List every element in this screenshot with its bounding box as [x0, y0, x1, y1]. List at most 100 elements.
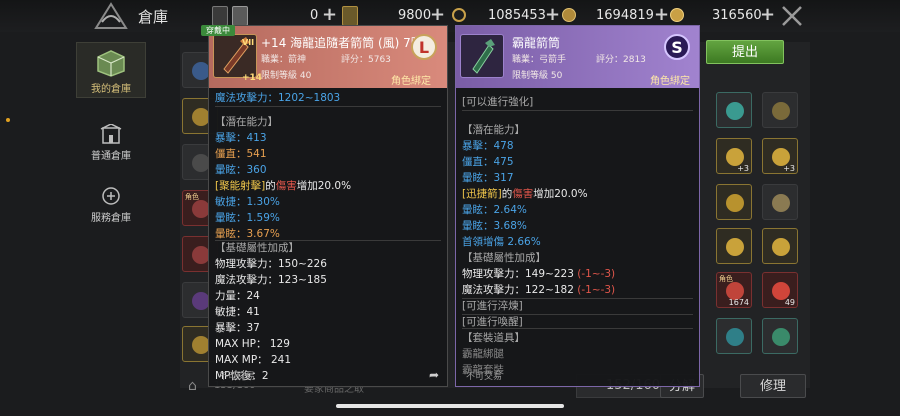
stat-line: 暈眩：3.68%: [462, 220, 527, 232]
currency-1-value: 0: [310, 8, 319, 23]
nav-common-storage[interactable]: 普通倉庫: [76, 123, 146, 168]
share-icon[interactable]: ➦: [429, 368, 439, 382]
currency-4-add-button[interactable]: +: [654, 6, 669, 24]
stat-line: 暈眩：2.64%: [462, 204, 527, 216]
inventory-slot[interactable]: +3: [716, 138, 752, 174]
stat-line: 暴擊：37: [215, 322, 260, 334]
stat-line: 暈眩：1.59%: [215, 212, 280, 224]
grade-badge: L: [411, 34, 437, 60]
grade-badge: S: [664, 34, 690, 60]
equipped-item-tooltip: VII +14 穿戴中 +14 海龍追隨者箭筒 (風) 7階 職業：箭神 評分：…: [201, 25, 448, 387]
currency-2-add-button[interactable]: +: [430, 6, 445, 24]
close-icon[interactable]: [780, 4, 804, 28]
necklace-icon: [772, 194, 790, 212]
item-name: 霸龍箭筒: [512, 36, 561, 50]
bind-label: 角色綁定: [391, 76, 431, 87]
currency-4-value: 1694819: [596, 8, 654, 23]
item-score: 評分：2813: [596, 55, 646, 65]
stat-line: 魔法攻擊力：1202~1803: [215, 92, 341, 104]
withdraw-button[interactable]: 提出: [706, 40, 784, 64]
stat-line: 首領增傷 2.66%: [462, 236, 541, 248]
inventory-slot[interactable]: [716, 92, 752, 128]
item-name: +14 海龍追隨者箭筒 (風) 7階: [261, 36, 423, 50]
item-level: 限制等級 40: [261, 71, 312, 81]
stat-line: [可進行喚醒]: [462, 316, 523, 328]
stat-line: 【基礎屬性加成】: [215, 242, 299, 254]
quiver-item-icon: [460, 34, 504, 78]
bind-label: 角色綁定: [650, 76, 690, 87]
home-icon[interactable]: ⌂: [188, 378, 197, 394]
building-icon: [100, 123, 122, 144]
repair-button[interactable]: 修理: [740, 374, 806, 398]
stat-line: 魔法攻擊力：122~182 (-1~-3): [462, 284, 616, 296]
stat-line: 敏捷：41: [215, 306, 260, 318]
stat-line: 【潛在能力】: [462, 124, 525, 136]
quiver-item-icon: VII +14: [213, 34, 262, 83]
scroll-icon: [342, 6, 358, 26]
item-score: 評分：5763: [341, 55, 391, 65]
currency-5-add-button[interactable]: +: [760, 6, 775, 24]
ticket-icon: [232, 6, 248, 26]
gold-bag-icon: [562, 8, 576, 22]
stat-line: 僵直：475: [462, 156, 514, 168]
inventory-slot[interactable]: [716, 184, 752, 220]
stat-line: [可進行淬煉]: [462, 300, 523, 312]
item-job: 職業：箭神: [261, 55, 307, 65]
stat-line: [可以進行強化]: [462, 96, 534, 108]
nav-my-storage-label: 我的倉庫: [91, 84, 131, 95]
tier-label: VII: [242, 38, 255, 47]
inventory-slot[interactable]: 49: [762, 272, 798, 308]
trade-restriction: 不可交易: [219, 372, 256, 382]
stat-line: MAX HP： 129: [215, 338, 290, 350]
currency-1-add-button[interactable]: +: [322, 6, 337, 24]
stat-line: 【潛在能力】: [215, 116, 278, 128]
stat-line: 暈眩：317: [462, 172, 514, 184]
dragon-emblem-icon: [94, 2, 128, 29]
compare-item-tooltip: 霸龍箭筒 職業：弓箭手 評分：2813 限制等級 50 S 角色綁定 [可以進行…: [455, 25, 700, 387]
home-indicator[interactable]: [336, 404, 564, 408]
slot-count: 49: [784, 298, 795, 307]
stat-line: 暴擊：478: [462, 140, 514, 152]
inventory-slot[interactable]: [762, 184, 798, 220]
inventory-slot[interactable]: [762, 318, 798, 354]
divider: [215, 106, 441, 107]
nav-my-storage[interactable]: 我的倉庫: [76, 42, 146, 98]
stat-line: 魔法攻擊力：123~185: [215, 274, 327, 286]
inventory-slot[interactable]: [762, 228, 798, 264]
badge-icon: [212, 6, 228, 26]
tooltip-header: VII +14 穿戴中 +14 海龍追隨者箭筒 (風) 7階 職業：箭神 評分：…: [201, 25, 447, 88]
slot-count: +3: [783, 164, 795, 173]
currency-2-value: 9800: [398, 8, 432, 23]
currency-3-add-button[interactable]: +: [545, 6, 560, 24]
enhance-level: +14: [242, 73, 263, 83]
skill-bonus-line: [聚能射擊]的傷害增加20.0%: [215, 180, 352, 192]
stat-line: MAX MP： 241: [215, 354, 292, 366]
emblem-icon: [726, 328, 744, 346]
inventory-slot[interactable]: [716, 228, 752, 264]
inventory-slot[interactable]: [716, 318, 752, 354]
nav-service-storage[interactable]: 服務倉庫: [76, 186, 146, 230]
tooltip-header: 霸龍箭筒 職業：弓箭手 評分：2813 限制等級 50 S 角色綁定: [456, 26, 699, 88]
gold-coin-icon: [670, 8, 684, 22]
service-icon: [102, 187, 120, 205]
stat-line: 暈眩：3.67%: [215, 228, 280, 240]
ring-icon: [772, 102, 790, 120]
nav-common-storage-label: 普通倉庫: [91, 151, 131, 162]
stat-line: 物理攻擊力：149~223 (-1~-3): [462, 268, 616, 280]
nav-service-storage-label: 服務倉庫: [91, 213, 131, 224]
inventory-slot[interactable]: +3: [762, 138, 798, 174]
page-title: 倉庫: [138, 8, 169, 26]
indicator-dot: [6, 118, 10, 122]
inventory-slot[interactable]: 角色 1674: [716, 272, 752, 308]
ring-icon: [772, 238, 790, 256]
slot-count: 1674: [728, 298, 749, 307]
item-job: 職業：弓箭手: [512, 55, 567, 65]
slot-count: +3: [737, 164, 749, 173]
stat-line: 暴擊：413: [215, 132, 267, 144]
stat-line: 僵直：541: [215, 148, 267, 160]
currency-3-value: 1085453: [488, 8, 546, 23]
item-level: 限制等級 50: [512, 71, 563, 81]
ring-icon: [726, 238, 744, 256]
inventory-slot[interactable]: [762, 92, 798, 128]
skill-bonus-line: [迅捷箭]的傷害增加20.0%: [462, 188, 588, 200]
